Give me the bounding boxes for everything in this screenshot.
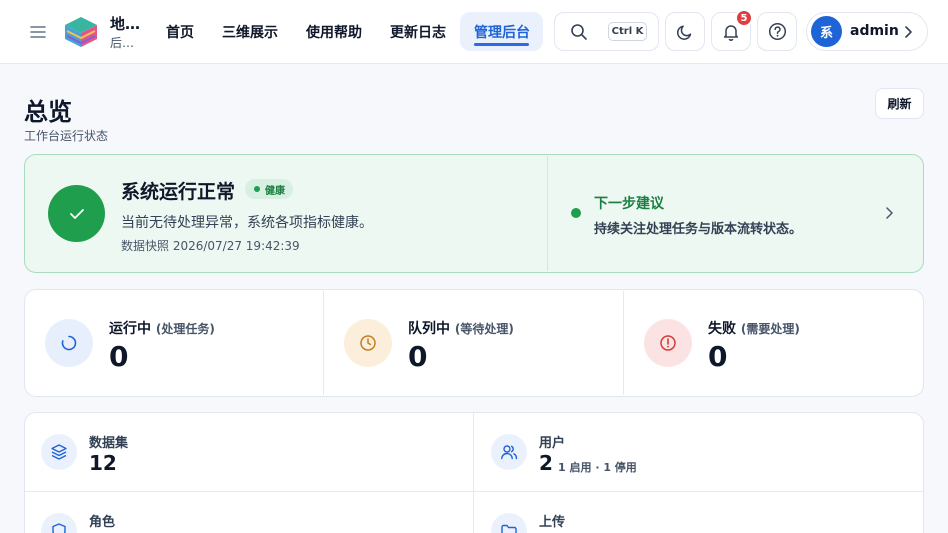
- users-icon: [501, 445, 518, 460]
- next-step-chevron-icon[interactable]: [883, 205, 895, 221]
- health-chip-dot: [254, 186, 260, 192]
- check-icon: [69, 208, 84, 219]
- logo-icon: [65, 17, 97, 47]
- brand-subtitle: 后…: [110, 36, 135, 50]
- health-description: 当前无待处理异常，系统各项指标健康。: [121, 215, 373, 231]
- menu-button[interactable]: [26, 20, 50, 44]
- alert-icon: [660, 335, 676, 351]
- users-label[interactable]: 用户: [539, 432, 565, 451]
- task-status-panel: [24, 289, 924, 397]
- nav-active-indicator: [474, 43, 529, 46]
- page-subtitle: 工作台运行状态: [24, 129, 109, 143]
- spinner-icon: [61, 335, 77, 351]
- datasets-label[interactable]: 数据集: [89, 432, 128, 451]
- next-step-title[interactable]: 下一步建议: [594, 193, 664, 213]
- status-divider: [623, 291, 624, 395]
- page-title: 总览: [24, 98, 72, 126]
- resource-summary-panel: [24, 412, 924, 533]
- search-icon: [571, 24, 587, 40]
- health-snapshot-time: 数据快照 2026/07/27 19:42:39: [121, 239, 300, 253]
- menu-icon: [30, 26, 46, 38]
- notification-count-badge: 5: [735, 9, 753, 27]
- help-button[interactable]: [757, 12, 797, 51]
- nav-help[interactable]: 使用帮助: [306, 22, 362, 42]
- status-failed-icon-wrap: [644, 319, 692, 367]
- status-queued-value: 0: [408, 340, 428, 373]
- status-queued-icon-wrap: [344, 319, 392, 367]
- chevron-right-icon: [905, 26, 912, 38]
- layers-icon: [51, 444, 67, 460]
- bell-icon: [723, 24, 739, 41]
- status-failed-label[interactable]: 失败 (需要处理): [708, 318, 800, 338]
- health-chip-label: 健康: [265, 186, 285, 197]
- next-step-dot: [571, 208, 581, 218]
- roles-label[interactable]: 角色: [89, 511, 115, 530]
- brand-title: 地…: [110, 15, 141, 33]
- nav-changelog[interactable]: 更新日志: [390, 22, 446, 42]
- folder-upload-icon: [501, 524, 517, 533]
- nav-3d-view[interactable]: 三维展示: [222, 22, 278, 42]
- help-icon: [768, 22, 786, 41]
- status-failed-value: 0: [708, 340, 728, 373]
- next-step-description[interactable]: 持续关注处理任务与版本流转状态。: [594, 218, 802, 237]
- nav-admin[interactable]: 管理后台: [474, 22, 530, 42]
- avatar: 系: [811, 16, 842, 47]
- health-divider: [547, 156, 548, 271]
- uploads-label[interactable]: 上传: [539, 511, 565, 530]
- shield-icon: [52, 523, 66, 533]
- datasets-value: 12: [89, 451, 117, 475]
- users-icon-wrap: [491, 434, 527, 470]
- logo[interactable]: [62, 14, 100, 50]
- search-shortcut: Ctrl K: [608, 22, 647, 41]
- refresh-button[interactable]: 刷新: [875, 88, 924, 119]
- status-divider: [323, 291, 324, 395]
- nav-home[interactable]: 首页: [166, 22, 194, 42]
- health-status-circle: [48, 185, 105, 242]
- status-queued-label[interactable]: 队列中 (等待处理): [408, 318, 514, 338]
- resource-divider: [473, 413, 474, 533]
- users-value: 2: [539, 451, 553, 475]
- datasets-icon-wrap: [41, 434, 77, 470]
- moon-icon: [676, 24, 692, 40]
- clock-icon: [360, 335, 376, 351]
- users-status-note: 1 启用 · 1 停用: [558, 461, 637, 474]
- theme-toggle-button[interactable]: [665, 12, 705, 51]
- status-running-value: 0: [109, 340, 129, 373]
- health-title: 系统运行正常: [121, 181, 236, 203]
- username: admin: [850, 23, 899, 39]
- status-running-icon-wrap: [45, 319, 93, 367]
- resource-divider: [25, 491, 923, 492]
- status-running-label[interactable]: 运行中 (处理任务): [109, 318, 215, 338]
